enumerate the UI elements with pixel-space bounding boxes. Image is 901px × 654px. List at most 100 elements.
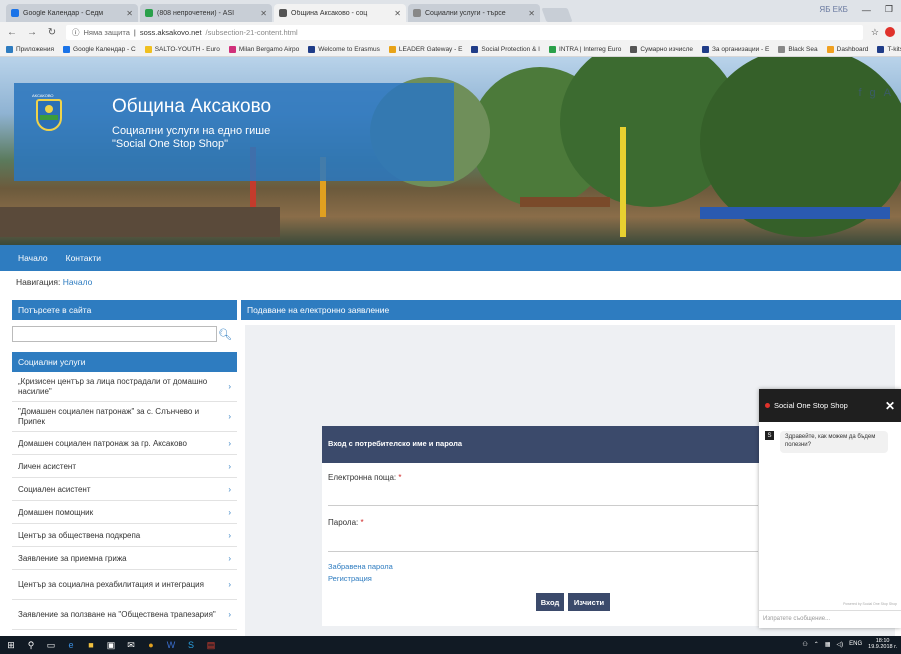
bookmark-favicon-icon [6,45,13,53]
store-icon[interactable]: ▣ [106,640,116,650]
reload-icon[interactable]: ↻ [46,27,58,38]
service-item[interactable]: Център за обществена подкрепа › [12,524,237,547]
windows-taskbar: ⊞ ⚲ ▭ e ■ ▣ ✉ ● W S ▤ ⚇ ⌃ ▦ ◁) ENG 18:10… [0,636,901,654]
people-icon[interactable]: ⚇ [802,641,807,648]
taskbar-clock[interactable]: 18:10 19.9.2018 г. [868,638,897,651]
bookmark-star-icon[interactable]: ☆ [871,27,879,38]
profile-name[interactable]: ЯБ ЕКБ [819,5,848,14]
service-item[interactable]: Заявление за приемна грижа › [12,547,237,570]
service-item[interactable]: Център за социална рехабилитация и интег… [12,570,237,600]
service-item[interactable]: Личен асистент › [12,455,237,478]
service-item[interactable]: Заявление за ползване на "Обществена тра… [12,600,237,630]
forward-icon[interactable]: → [26,27,38,38]
tab-close-icon[interactable]: ✕ [260,9,267,18]
bookmark-item[interactable]: Сумарно изчисле [630,45,693,53]
service-item[interactable]: „Кризисен център за лица пострадали от д… [12,372,237,402]
adblock-icon[interactable] [885,27,895,37]
service-item[interactable]: Домашен помощник › [12,501,237,524]
pdf-icon[interactable]: ▤ [206,640,216,650]
bookmark-label: LEADER Gateway - E [398,45,463,53]
service-item-label: Център за обществена подкрепа [18,530,141,540]
bookmark-item[interactable]: SALTO-YOUTH - Euro [144,45,220,53]
bookmark-favicon-icon [63,45,71,53]
bookmark-item[interactable]: За организации - Е [702,45,770,53]
bookmark-favicon-icon [471,45,479,53]
task-view-icon[interactable]: ▭ [46,640,56,650]
browser-tab[interactable]: (808 непрочетени) - ASI ✕ [140,4,272,22]
search-input[interactable] [12,326,217,342]
bookmark-item[interactable]: Google Календар - С [63,45,136,53]
search-icon[interactable]: 🔍︎ [217,328,233,341]
bookmark-item[interactable]: Приложения [6,45,54,53]
url-domain: soss.aksakovo.net [139,27,202,37]
mail-icon[interactable]: ✉ [126,640,136,650]
clear-button[interactable]: Изчисти [568,593,610,611]
url-path: /subsection-21-content.html [205,27,298,37]
search-section-header: Потърсете в сайта [12,300,237,320]
facebook-icon[interactable]: f [858,87,861,99]
chat-message-input[interactable]: Изпратете съобщение... [759,610,901,628]
tab-close-icon[interactable]: ✕ [126,9,133,18]
tab-label: Google Календар - Седм [23,9,104,17]
browser-tab[interactable]: Социални услуги - търсе ✕ [408,4,540,22]
tray-expand-icon[interactable]: ⌃ [814,641,819,648]
volume-icon[interactable]: ◁) [837,641,844,648]
skype-icon[interactable]: S [186,640,196,650]
network-icon[interactable]: ▦ [825,641,831,648]
chat-bubble: Здравейте, как можем да бъдем полезни? [780,431,888,453]
search-icon[interactable]: ⚲ [26,640,36,650]
bookmark-item[interactable]: Milan Bergamo Airpo [228,45,299,53]
register-link[interactable]: Регистрация [328,574,372,583]
url-field[interactable]: ⓘ Няма защита | soss.aksakovo.net/subsec… [66,24,863,40]
service-item-label: Личен асистент [18,461,76,471]
bookmark-label: SALTO-YOUTH - Euro [154,45,220,53]
service-item[interactable]: Социален асистент › [12,478,237,501]
password-field[interactable] [328,551,758,552]
minimize-icon[interactable]: — [862,5,871,15]
chrome-icon[interactable]: ● [146,640,156,650]
tab-close-icon[interactable]: ✕ [528,9,535,18]
bookmark-item[interactable]: T-kits [877,45,901,53]
tab-close-icon[interactable]: ✕ [394,9,401,18]
browser-tab-active[interactable]: Община Аксаково - соц ✕ [274,4,406,22]
forgot-password-link[interactable]: Забравена парола [328,562,393,571]
close-icon[interactable]: ✕ [885,399,895,413]
services-list: „Кризисен център за лица пострадали от д… [12,372,237,630]
bookmark-item[interactable]: Black Sea [778,45,818,53]
bookmark-favicon-icon [144,45,152,53]
browser-tab[interactable]: Google Календар - Седм ✕ [6,4,138,22]
service-item-label: Социален асистент [18,484,91,494]
login-button[interactable]: Вход [536,593,564,611]
file-explorer-icon[interactable]: ■ [86,640,96,650]
bookmark-label: За организации - Е [712,45,770,53]
new-tab-button[interactable] [541,8,573,22]
bookmark-label: Welcome to Erasmus [318,45,380,53]
breadcrumb-home-link[interactable]: Начало [63,277,93,287]
word-icon[interactable]: W [166,640,176,650]
edge-icon[interactable]: e [66,640,76,650]
nav-item-contacts[interactable]: Контакти [66,253,101,263]
email-field[interactable] [328,505,758,506]
bookmark-item[interactable]: LEADER Gateway - E [388,45,463,53]
main-navigation: Начало Контакти [0,245,901,271]
google-icon[interactable]: g [870,87,876,99]
bookmark-item[interactable]: INTRA | Interreg Euro [548,45,622,53]
restore-icon[interactable]: ❐ [885,4,893,15]
windows-start-icon[interactable]: ⊞ [6,640,16,650]
service-item-label: Заявление за приемна грижа [18,553,127,563]
bookmark-label: INTRA | Interreg Euro [558,45,622,53]
bookmark-favicon-icon [548,45,556,53]
tab-favicon-icon [11,9,19,17]
info-icon[interactable]: ⓘ [72,27,80,38]
service-item-label: "Домашен социален патронаж" за с. Слънче… [18,407,200,426]
service-item[interactable]: "Домашен социален патронаж" за с. Слънче… [12,402,237,432]
service-item-label: Домашен социален патронаж за гр. Аксаков… [18,438,187,448]
bookmark-item[interactable]: Welcome to Erasmus [308,45,380,53]
back-icon[interactable]: ← [6,27,18,38]
accessibility-icon[interactable]: A [884,87,891,99]
bookmark-item[interactable]: Social Protection & I [471,45,540,53]
nav-item-home[interactable]: Начало [18,253,48,263]
service-item[interactable]: Домашен социален патронаж за гр. Аксаков… [12,432,237,455]
bookmark-item[interactable]: Dashboard [826,45,868,53]
language-indicator[interactable]: ENG [849,641,862,647]
